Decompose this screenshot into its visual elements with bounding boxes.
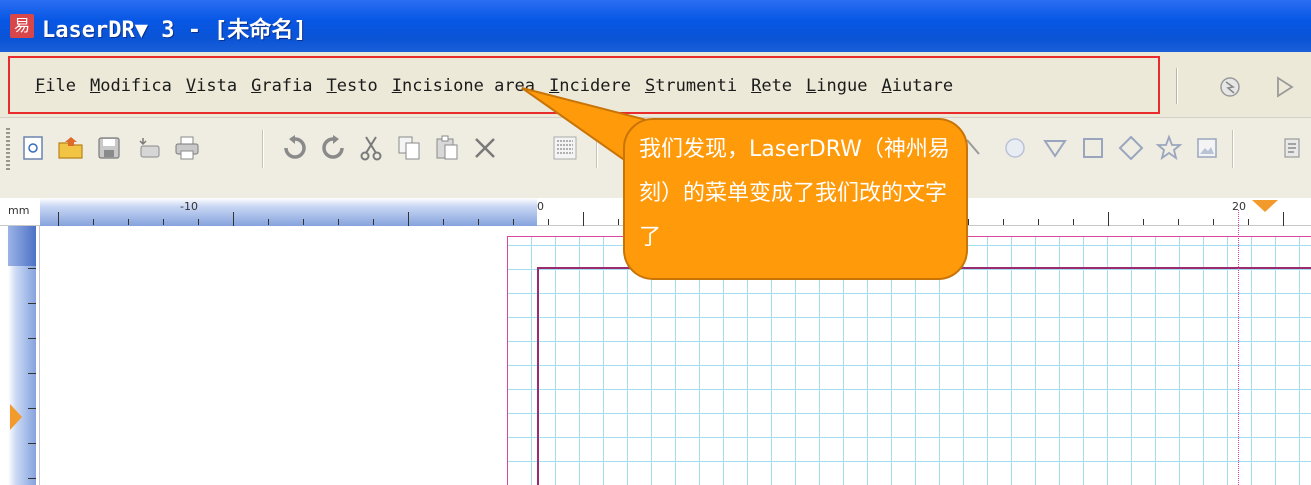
ruler-tick: [583, 212, 584, 226]
vertical-ruler-tick: [28, 443, 36, 444]
menu-items: File Modifica Vista Grafia Testo Incisio…: [35, 76, 953, 96]
ruler-tick: [303, 219, 304, 225]
star-icon[interactable]: [1154, 134, 1184, 164]
ruler-label: 0: [537, 200, 544, 213]
toolbar-separator: [262, 130, 264, 168]
menu-modifica[interactable]: Modifica: [90, 76, 172, 96]
ruler-tick: [618, 219, 619, 225]
ruler-tick: [968, 219, 969, 225]
menu-rete[interactable]: Rete: [751, 76, 792, 96]
window-title: LaserDR▼ 3 - [未命名]: [42, 18, 307, 43]
vertical-ruler-marker[interactable]: [10, 404, 22, 430]
paste-icon[interactable]: [432, 134, 462, 164]
triangle-icon[interactable]: [1040, 134, 1070, 164]
ruler-offpage-region: [40, 198, 537, 226]
copy-icon[interactable]: [394, 134, 424, 164]
play-icon[interactable]: [1272, 75, 1296, 99]
toolbar-separator: [1232, 130, 1234, 168]
ruler-tick: [1248, 219, 1249, 225]
redo-icon[interactable]: [318, 134, 348, 164]
new-file-icon[interactable]: [18, 134, 48, 164]
ruler-tick: [163, 219, 164, 225]
more-icon[interactable]: [1278, 134, 1308, 164]
menu-lingue[interactable]: Lingue: [806, 76, 867, 96]
ruler-unit: mm: [8, 204, 30, 217]
image-icon[interactable]: [1192, 134, 1222, 164]
menu-incisione-area[interactable]: Incisione area: [392, 76, 535, 96]
ruler-tick: [1283, 212, 1284, 226]
vertical-ruler-tick: [28, 408, 36, 409]
ruler-tick: [513, 219, 514, 225]
ruler-tick: [373, 219, 374, 225]
cut-icon[interactable]: [356, 134, 386, 164]
engrave-area-frame: [537, 267, 1311, 485]
callout-text: 我们发现，LaserDRW（神州易刻）的菜单变成了我们改的文字了: [639, 137, 950, 250]
vertical-ruler-tick: [28, 268, 36, 269]
ruler-tick: [93, 219, 94, 225]
engrave-icon[interactable]: [1218, 75, 1242, 99]
menu-vista[interactable]: Vista: [186, 76, 237, 96]
position-guide-line: [1238, 210, 1239, 485]
save-icon[interactable]: [94, 134, 124, 164]
ruler-tick: [198, 219, 199, 225]
ruler-tick: [1108, 212, 1109, 226]
undo-icon[interactable]: [280, 134, 310, 164]
ruler-position-marker[interactable]: [1252, 200, 1278, 212]
menu-grafia[interactable]: Grafia: [251, 76, 312, 96]
menu-testo[interactable]: Testo: [327, 76, 378, 96]
menu-aiutare[interactable]: Aiutare: [881, 76, 953, 96]
ruler-tick: [478, 219, 479, 225]
ruler-tick: [443, 219, 444, 225]
delete-icon[interactable]: [470, 134, 500, 164]
vertical-ruler-tick: [28, 373, 36, 374]
vertical-ruler-tick: [28, 478, 36, 479]
ruler-tick: [1143, 219, 1144, 225]
print-icon[interactable]: [172, 134, 202, 164]
vertical-ruler-offpage: [8, 226, 36, 266]
ruler-tick: [268, 219, 269, 225]
ruler-tick: [58, 212, 59, 226]
open-folder-icon[interactable]: [56, 134, 86, 164]
app-logo-icon[interactable]: 易: [10, 14, 34, 38]
vertical-ruler-tick: [28, 303, 36, 304]
ruler-tick: [1003, 219, 1004, 225]
import-icon[interactable]: [134, 134, 164, 164]
annotation-callout: 我们发现，LaserDRW（神州易刻）的菜单变成了我们改的文字了: [623, 118, 968, 280]
ruler-label: 20: [1232, 200, 1246, 213]
ruler-tick: [1073, 219, 1074, 225]
toolbar-grip[interactable]: [6, 128, 10, 170]
circle-icon[interactable]: [1000, 134, 1030, 164]
ruler-tick: [1213, 219, 1214, 225]
vertical-ruler-tick: [28, 338, 36, 339]
ruler-tick: [408, 212, 409, 226]
ruler-tick: [1038, 219, 1039, 225]
ruler-label: -10: [180, 200, 198, 213]
menu-file[interactable]: File: [35, 76, 76, 96]
ruler-tick: [338, 219, 339, 225]
square-icon[interactable]: [1078, 134, 1108, 164]
ruler-tick: [128, 219, 129, 225]
ruler-tick: [548, 219, 549, 225]
menubar-separator: [1176, 68, 1178, 104]
diamond-icon[interactable]: [1116, 134, 1146, 164]
ruler-tick: [233, 212, 234, 226]
ruler-tick: [1178, 219, 1179, 225]
